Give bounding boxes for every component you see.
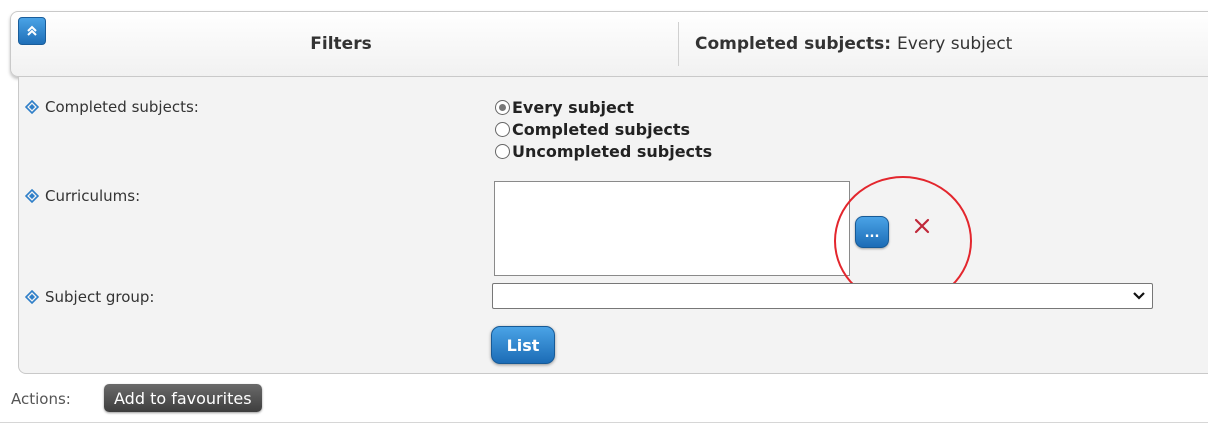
summary-value: Every subject <box>897 34 1013 54</box>
filters-title: Filters <box>310 34 372 54</box>
radio-label: Every subject <box>512 97 634 117</box>
filter-summary: Completed subjects: Every subject <box>695 12 1012 76</box>
diamond-bullet-icon <box>25 189 39 203</box>
chevron-down-icon <box>1133 292 1145 300</box>
completed-subjects-radio-group: Every subject Completed subjects Uncompl… <box>495 96 712 162</box>
subject-group-select[interactable] <box>492 283 1153 309</box>
chevrons-up-icon <box>27 25 37 36</box>
divider <box>0 422 1208 423</box>
diamond-bullet-icon <box>25 290 39 304</box>
subject-group-label-row: Subject group: <box>25 288 154 306</box>
curriculums-label-row: Curriculums: <box>25 187 140 205</box>
diamond-bullet-icon <box>25 100 39 114</box>
summary-label: Completed subjects: <box>695 34 892 54</box>
radio-button[interactable] <box>495 143 510 159</box>
header-divider <box>678 22 679 66</box>
completed-subjects-label: Completed subjects: <box>45 98 199 116</box>
add-to-favourites-button[interactable]: Add to favourites <box>104 384 262 412</box>
radio-label: Completed subjects <box>512 119 691 139</box>
radio-button[interactable] <box>495 121 510 137</box>
actions-label: Actions: <box>11 390 71 408</box>
filters-header: Filters Completed subjects: Every subjec… <box>10 11 1208 77</box>
subject-group-label: Subject group: <box>45 288 155 306</box>
radio-uncompleted-subjects[interactable]: Uncompleted subjects <box>495 140 712 162</box>
radio-every-subject[interactable]: Every subject <box>495 96 712 118</box>
list-button[interactable]: List <box>491 326 555 364</box>
radio-button[interactable] <box>495 99 510 115</box>
radio-completed-subjects[interactable]: Completed subjects <box>495 118 712 140</box>
curriculums-listbox[interactable] <box>494 181 850 276</box>
collapse-filters-button[interactable] <box>18 17 46 45</box>
completed-subjects-label-row: Completed subjects: <box>25 98 199 116</box>
radio-label: Uncompleted subjects <box>512 141 713 161</box>
curriculums-label: Curriculums: <box>45 187 141 205</box>
filters-panel: Completed subjects: Every subject Comple… <box>18 77 1208 374</box>
